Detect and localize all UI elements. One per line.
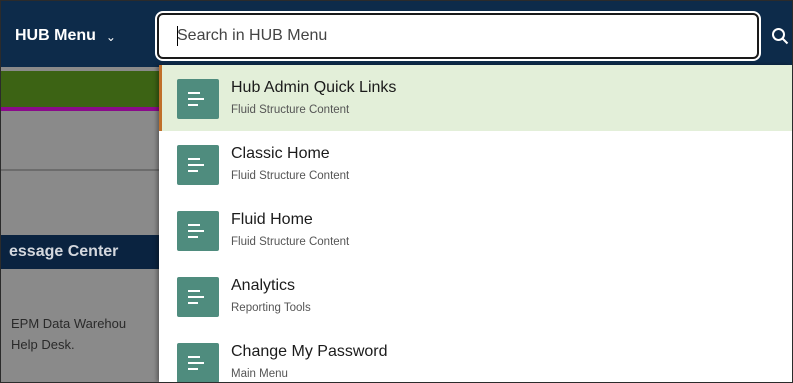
- result-item-change-my-password[interactable]: Change My Password Main Menu: [159, 329, 792, 382]
- result-item-analytics[interactable]: Analytics Reporting Tools: [159, 263, 792, 329]
- result-item-hub-admin-quick-links[interactable]: Hub Admin Quick Links Fluid Structure Co…: [159, 65, 792, 131]
- page-icon: [177, 343, 219, 382]
- top-navigation-bar: HUB Menu ⌄: [1, 1, 792, 67]
- hub-menu-button[interactable]: HUB Menu ⌄: [15, 21, 116, 51]
- result-title: Fluid Home: [231, 211, 313, 228]
- result-subtitle: Fluid Structure Content: [231, 236, 350, 248]
- background-accent-strip: [1, 107, 161, 111]
- message-line: EPM Data Warehou: [11, 316, 127, 331]
- page-icon: [177, 145, 219, 185]
- result-title: Hub Admin Quick Links: [231, 79, 397, 96]
- page-icon: [177, 79, 219, 119]
- app-frame: essage Center EPM Data Warehou Help Desk…: [0, 0, 793, 383]
- chevron-down-icon: ⌄: [105, 30, 116, 44]
- message-line: Help Desk.: [11, 337, 75, 352]
- search-button[interactable]: [767, 21, 792, 51]
- result-subtitle: Reporting Tools: [231, 302, 311, 314]
- search-input[interactable]: [177, 15, 747, 57]
- result-item-fluid-home[interactable]: Fluid Home Fluid Structure Content: [159, 197, 792, 263]
- page-icon: [177, 277, 219, 317]
- result-title: Classic Home: [231, 145, 330, 162]
- search-results-dropdown: Hub Admin Quick Links Fluid Structure Co…: [159, 65, 792, 382]
- search-box[interactable]: [157, 13, 759, 59]
- result-item-classic-home[interactable]: Classic Home Fluid Structure Content: [159, 131, 792, 197]
- hub-menu-label: HUB Menu: [15, 27, 96, 44]
- result-subtitle: Main Menu: [231, 368, 288, 380]
- result-title: Analytics: [231, 277, 296, 294]
- message-center-header: essage Center: [1, 235, 161, 269]
- search-icon: [772, 28, 789, 45]
- result-title: Change My Password: [231, 343, 388, 360]
- text-cursor: [177, 26, 178, 46]
- background-divider: [1, 169, 161, 171]
- result-subtitle: Fluid Structure Content: [231, 104, 350, 116]
- background-green-banner: [1, 71, 161, 107]
- page-icon: [177, 211, 219, 251]
- message-center-text: EPM Data Warehou Help Desk.: [11, 313, 161, 355]
- result-subtitle: Fluid Structure Content: [231, 170, 350, 182]
